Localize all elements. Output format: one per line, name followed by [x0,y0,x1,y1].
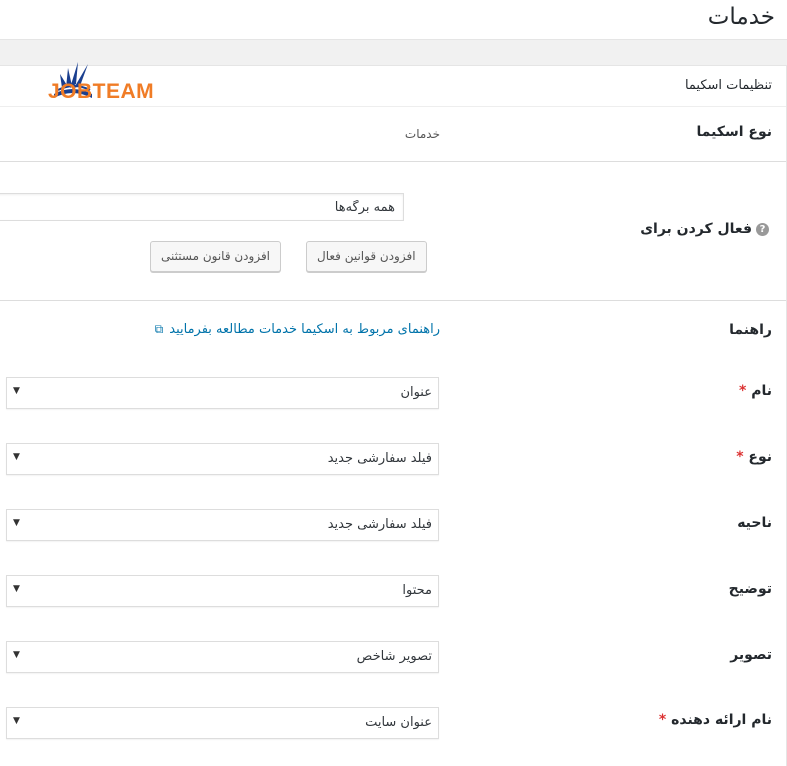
dropdown-arrow-icon: ▼ [13,518,20,528]
page-header: خدمات [0,0,787,40]
description-select[interactable]: محتوا ▼ [6,575,439,607]
schema-type-label: نوع اسکیما [696,124,772,140]
dropdown-arrow-icon: ▼ [13,716,20,726]
add-active-rules-button[interactable]: افزودن قوانین فعال [306,241,427,272]
select-value: فیلد سفارشی جدید [327,451,432,466]
field-label-area: ناحیه [737,515,772,531]
add-exception-rule-button[interactable]: افزودن قانون مستثنی [150,241,282,272]
section-header: JOBTEAM تنظیمات اسکیما [0,62,786,107]
field-label-name: نام * [739,383,772,399]
external-link-icon: ⧉ [154,322,164,336]
select-value: فیلد سفارشی جدید [327,517,432,532]
dropdown-arrow-icon: ▼ [13,584,20,594]
guide-label: راهنما [729,322,772,338]
dropdown-arrow-icon: ▼ [13,650,20,660]
required-asterisk: * [658,712,667,728]
enable-for-input[interactable] [0,193,404,221]
select-value: عنوان [400,385,432,400]
field-label-provider-name: نام ارائه دهنده * [658,712,772,728]
schema-settings-panel: JOBTEAM تنظیمات اسکیما نوع اسکیما خدمات … [0,62,787,766]
divider [0,300,786,301]
provider-name-select[interactable]: عنوان سایت ▼ [6,707,439,739]
enable-for-label: فعال کردن برای [640,221,752,237]
select-value: عنوان سایت [365,715,432,730]
name-select[interactable]: عنوان ▼ [6,377,439,409]
area-select[interactable]: فیلد سفارشی جدید ▼ [6,509,439,541]
field-label-image: تصویر [730,647,772,663]
required-asterisk: * [736,449,744,465]
field-label-type: نوع * [736,449,772,465]
dropdown-arrow-icon: ▼ [13,386,20,396]
select-value: محتوا [402,583,432,598]
dropdown-arrow-icon: ▼ [13,452,20,462]
field-label-description: توضیح [728,581,772,597]
schema-guide-link[interactable]: راهنمای مربوط به اسکیما خدمات مطالعه بفر… [155,322,440,337]
divider [0,161,786,162]
page-title: خدمات [707,4,775,30]
required-asterisk: * [739,383,747,399]
question-circle-icon[interactable]: ? [756,223,769,236]
select-value: تصویر شاخص [356,649,432,664]
type-select[interactable]: فیلد سفارشی جدید ▼ [6,443,439,475]
logo-text: JOBTEAM [48,80,155,103]
guide-link-text: راهنمای مربوط به اسکیما خدمات مطالعه بفر… [169,322,440,337]
image-select[interactable]: تصویر شاخص ▼ [6,641,439,673]
section-title: تنظیمات اسکیما [684,78,772,93]
schema-type-value: خدمات [404,127,440,141]
